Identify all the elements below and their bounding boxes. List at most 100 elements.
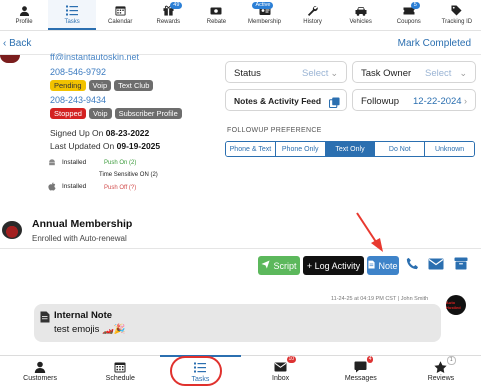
phone-2-tags: Stopped Voip Subscriber Profile xyxy=(50,108,182,119)
bottom-nav-label: Schedule xyxy=(105,375,135,382)
phone-number-1[interactable]: 208-546-9792 xyxy=(50,67,106,77)
status-badge: Voip xyxy=(88,108,112,119)
pref-phone-text[interactable]: Phone & Text xyxy=(226,142,276,156)
tag-icon xyxy=(450,4,464,17)
messages-badge: 4 xyxy=(366,356,374,363)
divider xyxy=(0,248,481,249)
status-badge: Subscriber Profile xyxy=(114,108,182,119)
top-nav-profile[interactable]: Profile xyxy=(0,0,48,30)
top-nav-label: Rebate xyxy=(206,19,227,25)
wrench-icon xyxy=(306,4,320,17)
top-nav-rewards[interactable]: 49 Rewards xyxy=(144,0,192,30)
pref-unknown[interactable]: Unknown xyxy=(425,142,474,156)
bottom-nav-schedule[interactable]: Schedule xyxy=(80,356,160,387)
push-status: Push On (2) xyxy=(104,160,137,166)
phone-call-button[interactable] xyxy=(403,257,421,274)
top-nav-membership[interactable]: Active Membership xyxy=(240,0,288,30)
email-button[interactable] xyxy=(427,257,445,274)
task-owner-label: Task Owner xyxy=(361,68,412,79)
followup-preference-segmented: Phone & Text Phone Only Text Only Do Not… xyxy=(225,141,475,157)
top-nav-label: Membership xyxy=(248,19,282,25)
top-nav-coupons[interactable]: 5 Coupons xyxy=(385,0,433,30)
top-nav-tracking-id[interactable]: Tracking ID xyxy=(433,0,481,30)
back-button[interactable]: ‹ Back xyxy=(3,38,31,49)
chevron-right-icon: › xyxy=(464,96,467,106)
coupons-badge: 5 xyxy=(410,2,420,9)
followup-preference-title: FOLLOWUP PREFERENCE xyxy=(227,127,322,134)
signed-up-label: Signed Up On xyxy=(50,128,104,138)
bottom-nav-label: Reviews xyxy=(427,375,455,382)
top-nav-calendar[interactable]: Calendar xyxy=(96,0,144,30)
back-label: Back xyxy=(9,38,32,49)
car-icon xyxy=(354,4,368,17)
archive-button[interactable] xyxy=(452,257,470,274)
followup-date-picker[interactable]: Followup 12-22-2024 › xyxy=(352,89,476,111)
apple-install-row: Installed xyxy=(48,181,87,190)
last-updated-line: Last Updated On 09-19-2025 xyxy=(50,141,160,151)
envelope-icon xyxy=(428,257,444,275)
bottom-nav-inbox[interactable]: 10 Inbox xyxy=(241,356,321,387)
log-activity-button[interactable]: + Log Activity xyxy=(303,256,364,275)
calendar-icon xyxy=(113,360,127,373)
document-icon xyxy=(40,310,50,328)
status-select[interactable]: Status Select ⌄ xyxy=(225,61,347,83)
install-label: Installed xyxy=(62,182,87,190)
top-nav-label: Profile xyxy=(15,19,33,25)
top-nav-label: Calendar xyxy=(108,19,133,25)
script-button[interactable]: Script xyxy=(258,256,300,275)
message-meta: 11-24-25 at 04:19 PM CST | John Smith xyxy=(331,296,429,302)
pref-text-only[interactable]: Text Only xyxy=(325,142,376,156)
time-sensitive-status: Time Sensitive ON (2) xyxy=(99,172,158,178)
followup-date: 12-22-2024 xyxy=(413,96,462,107)
top-nav-vehicles[interactable]: Vehicles xyxy=(337,0,385,30)
bottom-nav-label: Messages xyxy=(344,375,377,382)
document-icon xyxy=(368,260,376,271)
notes-activity-feed-button[interactable]: Notes & Activity Feed xyxy=(225,89,347,111)
script-label: Script xyxy=(273,260,297,271)
top-nav: Profile Tasks Calendar 49 Rewards Rebate… xyxy=(0,0,481,31)
top-nav-label: History xyxy=(303,19,322,25)
note-title: Internal Note xyxy=(54,310,113,321)
bottom-nav-label: Inbox xyxy=(272,375,290,382)
chat-icon xyxy=(354,360,368,373)
task-owner-value: Select xyxy=(425,68,452,79)
top-nav-label: Vehicles xyxy=(349,19,372,25)
top-nav-history[interactable]: History xyxy=(289,0,337,30)
mark-completed-button[interactable]: Mark Completed xyxy=(398,38,471,49)
contact-email[interactable]: ff@instantautoskin.net xyxy=(50,52,139,60)
membership-subtitle: Enrolled with Auto-renewal xyxy=(32,234,127,243)
note-body: test emojis 🏎️🎉 xyxy=(54,324,126,335)
top-nav-label: Coupons xyxy=(396,19,421,25)
phone-number-2[interactable]: 208-243-9434 xyxy=(50,95,106,105)
list-icon xyxy=(193,361,207,374)
last-updated-date: 09-19-2025 xyxy=(116,141,161,151)
chevron-down-icon: ⌄ xyxy=(459,68,467,78)
signed-up-line: Signed Up On 08-23-2022 xyxy=(50,128,149,138)
push-status: Push Off (?) xyxy=(104,185,137,191)
top-nav-tasks[interactable]: Tasks xyxy=(48,0,97,30)
bottom-nav-messages[interactable]: 4 Messages xyxy=(321,356,401,387)
bottom-nav: Customers Schedule Tasks 10 Inbox 4 Mess… xyxy=(0,355,481,387)
top-nav-label: Tracking ID xyxy=(441,19,473,25)
avatar-text: Auto Hustled xyxy=(446,300,461,310)
top-nav-label: Rewards xyxy=(156,19,181,25)
status-badge: Stopped xyxy=(50,108,86,119)
bottom-nav-label: Customers xyxy=(23,375,57,382)
followup-label: Followup xyxy=(361,96,400,107)
bottom-nav-reviews[interactable]: 1 Reviews xyxy=(401,356,481,387)
apple-icon xyxy=(48,181,56,190)
phone-1-tags: Pending Voip Text Club xyxy=(50,80,154,91)
phone-icon xyxy=(406,257,419,275)
pref-phone-only[interactable]: Phone Only xyxy=(275,142,326,156)
last-updated-label: Last Updated On xyxy=(50,141,115,151)
pref-do-not[interactable]: Do Not xyxy=(375,142,426,156)
status-badge: Text Club xyxy=(114,80,154,91)
task-owner-select[interactable]: Task Owner Select ⌄ xyxy=(352,61,476,83)
bottom-nav-tasks[interactable]: Tasks xyxy=(160,355,241,387)
status-value: Select xyxy=(302,68,329,79)
note-label: Note xyxy=(378,260,398,271)
bottom-nav-customers[interactable]: Customers xyxy=(0,356,80,387)
note-button[interactable]: Note xyxy=(367,256,399,275)
person-icon xyxy=(33,360,47,373)
top-nav-rebate[interactable]: Rebate xyxy=(192,0,240,30)
